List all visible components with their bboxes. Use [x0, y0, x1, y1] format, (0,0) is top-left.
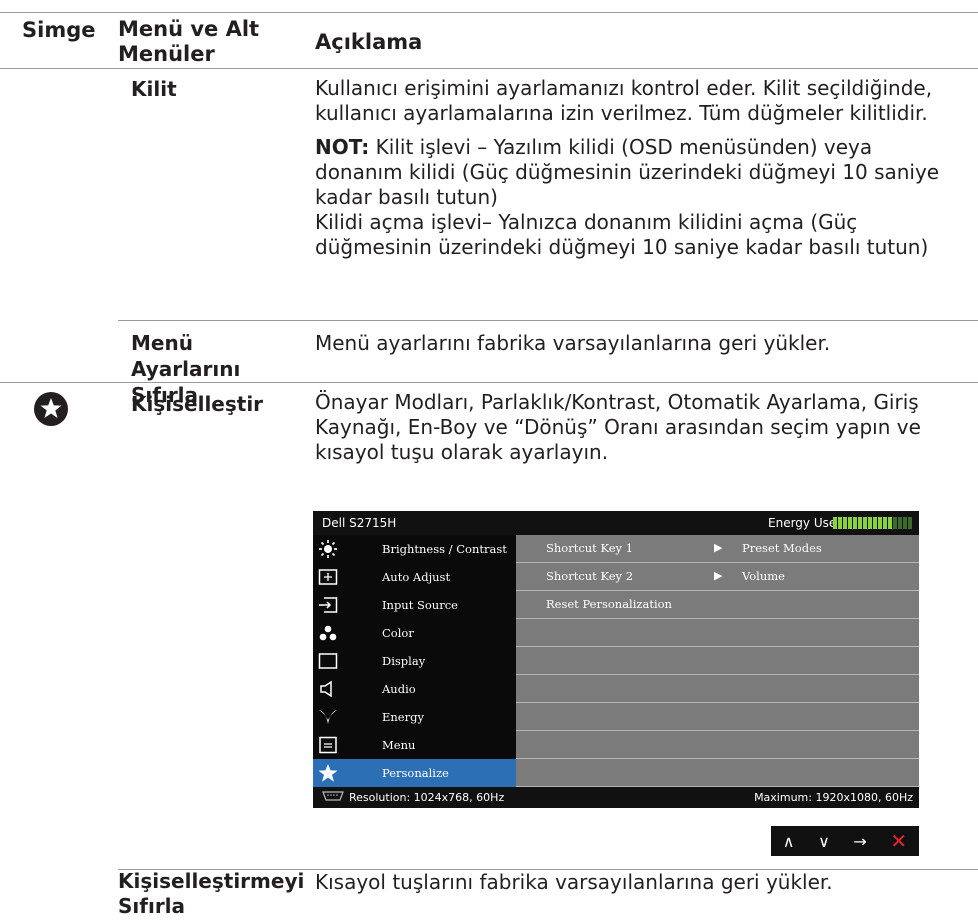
osd-menu-item-audio[interactable]: Audio: [313, 675, 516, 703]
energy-icon: [317, 706, 339, 728]
osd-status-bar: Resolution: 1024x768, 60Hz Maximum: 1920…: [313, 787, 919, 808]
energy-segment: [843, 517, 847, 529]
osd-submenu-empty-row: [516, 731, 919, 759]
brightness-icon: [317, 538, 339, 560]
osd-main-menu: Brightness / Contrast Auto Adjust Input So…: [313, 535, 516, 808]
term-personalize: Kişiselleştir: [131, 392, 264, 416]
osd-menu-item-menu[interactable]: Menu: [313, 731, 516, 759]
top-rule: [0, 12, 978, 13]
note-text: Kilit işlevi – Yazılım kilidi (OSD menüs…: [315, 135, 940, 209]
osd-submenu-item[interactable]: Reset Personalization: [516, 591, 919, 619]
osd-menu-item-display[interactable]: Display: [313, 647, 516, 675]
energy-segment: [883, 517, 887, 529]
desc-reset-personalization: Kısayol tuşlarını fabrika varsayılanları…: [315, 870, 833, 894]
osd-menu-item-brightness-contrast[interactable]: Brightness / Contrast: [313, 535, 516, 563]
right-arrow-icon[interactable]: →: [853, 832, 866, 851]
osd-submenu-value: Preset Modes: [742, 541, 822, 555]
osd-menu-item-personalize[interactable]: Personalize: [313, 759, 516, 787]
desc-reset-menu: Menü ayarlarını fabrika varsayılanlarına…: [315, 331, 831, 355]
menu-icon: [317, 734, 339, 756]
resolution-info: Resolution: 1024x768, 60Hz: [322, 791, 504, 804]
input-source-icon: [317, 594, 339, 616]
energy-segment: [858, 517, 862, 529]
energy-label: Energy Use: [768, 516, 837, 530]
energy-segment: [878, 517, 882, 529]
energy-segment: [868, 517, 872, 529]
osd-title-bar: Dell S2715H Energy Use: [313, 511, 919, 535]
star-icon: [317, 762, 339, 784]
header-description: Açıklama: [315, 30, 423, 54]
kilit-note: NOT: Kilit işlevi – Yazılım kilidi (OSD …: [315, 135, 943, 210]
play-arrow-icon: ▶: [714, 569, 723, 582]
osd-submenu-empty-row: [516, 703, 919, 731]
osd-menu-label: Energy: [382, 710, 424, 724]
osd-menu-item-energy[interactable]: Energy: [313, 703, 516, 731]
osd-menu-label: Brightness / Contrast: [382, 542, 507, 556]
energy-segment: [893, 517, 897, 529]
osd-submenu-item[interactable]: Shortcut Key 2 ▶ Volume: [516, 563, 919, 591]
kilit-paragraph: Kullanıcı erişimini ayarlamanızı kontrol…: [315, 76, 933, 125]
energy-segment: [873, 517, 877, 529]
osd-menu-label: Auto Adjust: [382, 570, 451, 584]
star-circle-icon: [34, 392, 68, 426]
osd-submenu-label: Reset Personalization: [546, 597, 672, 611]
osd-submenu-item[interactable]: Shortcut Key 1 ▶ Preset Modes: [516, 535, 919, 563]
auto-adjust-icon: [317, 566, 339, 588]
energy-segment: [908, 517, 912, 529]
energy-segment: [833, 517, 837, 529]
resolution-text: Resolution: 1024x768, 60Hz: [349, 791, 505, 804]
maximum-resolution: Maximum: 1920x1080, 60Hz: [754, 791, 913, 804]
color-icon: [317, 622, 339, 644]
kilit-unlock-text: Kilidi açma işlevi– Yalnızca donanım kil…: [315, 210, 929, 259]
energy-segment: [898, 517, 902, 529]
header-icon: Simge: [22, 18, 96, 42]
osd-submenu-value: Volume: [742, 569, 785, 583]
monitor-button-bar: ∧ ∨ → ✕: [771, 826, 919, 856]
osd-menu-item-color[interactable]: Color: [313, 619, 516, 647]
note-label: NOT:: [315, 135, 370, 159]
osd-submenu-empty-row: [516, 619, 919, 647]
audio-icon: [317, 678, 339, 700]
osd-menu-item-input-source[interactable]: Input Source: [313, 591, 516, 619]
play-arrow-icon: ▶: [714, 541, 723, 554]
energy-segment: [838, 517, 842, 529]
energy-segment: [903, 517, 907, 529]
up-arrow-icon[interactable]: ∧: [783, 832, 795, 851]
down-arrow-icon[interactable]: ∨: [818, 832, 830, 851]
header-menu: Menü ve Alt Menüler: [118, 17, 260, 66]
energy-meter: [833, 517, 912, 529]
osd-submenu-label: Shortcut Key 1: [546, 541, 634, 555]
energy-segment: [863, 517, 867, 529]
osd-submenu-empty-row: [516, 759, 919, 787]
term-reset-personalization: Kişiselleştirmeyi Sıfırla: [118, 869, 305, 918]
display-icon: [317, 650, 339, 672]
close-icon[interactable]: ✕: [890, 829, 907, 853]
energy-segment: [888, 517, 892, 529]
osd-menu-item-auto-adjust[interactable]: Auto Adjust: [313, 563, 516, 591]
term-kilit: Kilit: [131, 77, 177, 101]
osd-menu-label: Input Source: [382, 598, 458, 612]
row-rule: [118, 320, 978, 321]
osd-submenu-empty-row: [516, 647, 919, 675]
header-rule: [0, 68, 978, 69]
osd-menu-label: Audio: [382, 682, 416, 696]
desc-kilit: Kullanıcı erişimini ayarlamanızı kontrol…: [315, 76, 943, 260]
osd-submenu: Shortcut Key 1 ▶ Preset Modes Shortcut Key …: [516, 535, 919, 787]
energy-segment: [848, 517, 852, 529]
osd-menu-screenshot: Dell S2715H Energy Use Brightness / Cont…: [313, 511, 919, 808]
osd-title: Dell S2715H: [322, 516, 397, 530]
osd-menu-label: Color: [382, 626, 414, 640]
energy-segment: [853, 517, 857, 529]
osd-menu-label: Menu: [382, 738, 416, 752]
osd-submenu-empty-row: [516, 675, 919, 703]
osd-menu-label: Display: [382, 654, 426, 668]
osd-menu-label: Personalize: [382, 766, 449, 780]
vga-connector-icon: [322, 791, 344, 804]
desc-personalize: Önayar Modları, Parlaklık/Kontrast, Otom…: [315, 390, 921, 464]
osd-submenu-label: Shortcut Key 2: [546, 569, 634, 583]
